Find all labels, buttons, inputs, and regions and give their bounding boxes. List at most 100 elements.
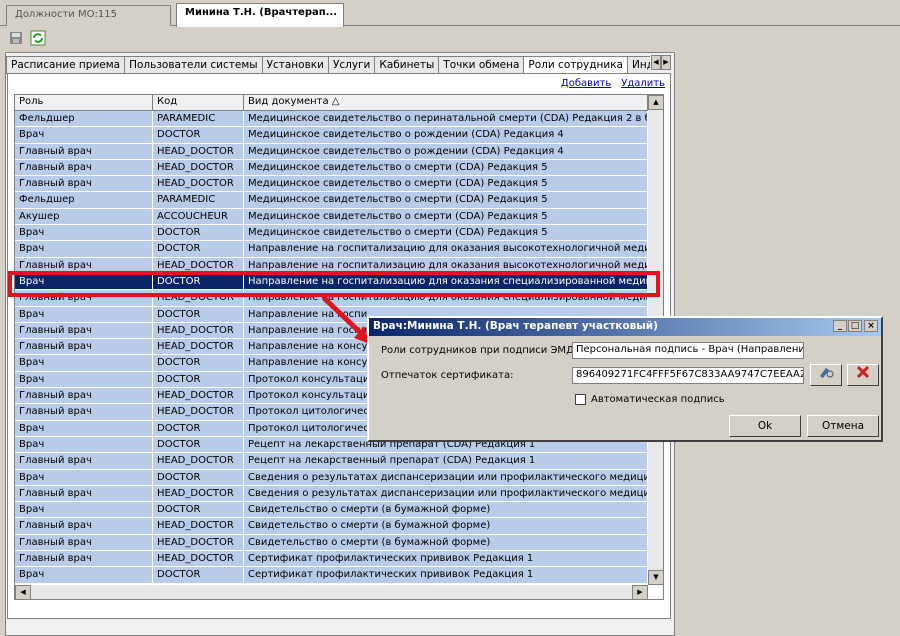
cell-code: PARAMEDIC bbox=[153, 192, 244, 208]
cell-code: DOCTOR bbox=[153, 306, 244, 322]
tab-settings[interactable]: Установки bbox=[261, 56, 329, 74]
table-row[interactable]: Врач DOCTOR Направление на госпитализацию … bbox=[15, 241, 648, 258]
delete-icon bbox=[856, 365, 870, 379]
auto-sign-checkbox[interactable] bbox=[575, 394, 586, 405]
cell-doc-type: Медицинское свидетельство о рождении (CD… bbox=[244, 143, 648, 159]
cell-code: HEAD_DOCTOR bbox=[153, 322, 244, 339]
cell-doc-type: Медицинское свидетельство о перинатально… bbox=[244, 111, 648, 127]
close-icon[interactable]: × bbox=[864, 320, 878, 332]
cell-doc-type: Сведения о результатах диспансеризации и… bbox=[244, 485, 648, 502]
column-header-role[interactable]: Роль bbox=[15, 95, 153, 110]
cell-code: DOCTOR bbox=[153, 225, 244, 241]
table-row[interactable]: Главный врач HEAD_DOCTOR Медицинское свиде… bbox=[15, 176, 648, 193]
cell-role: Врач bbox=[15, 502, 153, 518]
cell-doc-type: Свидетельство о смерти (в бумажной форме… bbox=[244, 518, 648, 534]
scroll-right-icon[interactable]: ▶ bbox=[632, 585, 648, 599]
table-row[interactable]: Врач DOCTOR Свидетельство о смерти (в бума… bbox=[15, 502, 648, 519]
delete-link[interactable]: Удалить bbox=[621, 78, 665, 89]
table-row[interactable]: Главный врач HEAD_DOCTOR Сведения о резуль… bbox=[15, 485, 648, 503]
dialog-title-bar: Врач:Минина Т.Н. (Врач терапевт участков… bbox=[369, 318, 881, 336]
cell-code: HEAD_DOCTOR bbox=[153, 388, 244, 404]
cell-doc-type: Медицинское свидетельство о смерти (CDA)… bbox=[244, 225, 648, 241]
cell-code: DOCTOR bbox=[153, 420, 244, 436]
table-row[interactable]: Фельдшер PARAMEDIC Медицинское свидетельст… bbox=[15, 111, 648, 128]
cell-role: Врач bbox=[15, 420, 153, 436]
scroll-up-icon[interactable]: ▲ bbox=[648, 95, 663, 110]
minimize-icon[interactable]: _ bbox=[833, 320, 847, 332]
certificate-icon bbox=[820, 368, 834, 378]
tab-employee-roles[interactable]: Роли сотрудника bbox=[523, 56, 628, 74]
cell-doc-type: Медицинское свидетельство о смерти (CDA)… bbox=[244, 208, 648, 225]
tab-schedule[interactable]: Расписание приема bbox=[6, 56, 126, 74]
cell-doc-type: Сведения о результатах диспансеризации и… bbox=[244, 469, 648, 485]
table-row[interactable]: Врач DOCTOR Сертификат профилактических пр… bbox=[15, 567, 648, 584]
cancel-button[interactable]: Отмена bbox=[807, 415, 879, 437]
cell-role: Главный врач bbox=[15, 453, 153, 469]
cert-field[interactable]: 896409271FC4FFF5F67C833AA9747C7EEAA27 bbox=[572, 367, 804, 384]
tab-positions[interactable]: Должности МО:115 bbox=[6, 5, 171, 26]
cell-role: Главный врач bbox=[15, 176, 153, 192]
table-row[interactable]: Главный врач HEAD_DOCTOR Свидетельство о с… bbox=[15, 534, 648, 552]
cell-role: Врач bbox=[15, 371, 153, 388]
close-icon[interactable]: × bbox=[343, 7, 344, 18]
tab-exchange-points[interactable]: Точки обмена bbox=[438, 56, 525, 74]
signature-dialog: Врач:Минина Т.Н. (Врач терапевт участков… bbox=[367, 316, 883, 442]
cell-code: HEAD_DOCTOR bbox=[153, 176, 244, 192]
tab-services[interactable]: Услуги bbox=[327, 56, 376, 74]
tab-employee[interactable]: Минина Т.Н. (Врачтерап... × bbox=[176, 3, 344, 27]
cell-role: Фельдшер bbox=[15, 192, 153, 208]
table-row[interactable]: Главный врач HEAD_DOCTOR Медицинское свиде… bbox=[15, 159, 648, 177]
cell-doc-type: Медицинское свидетельство о смерти (CDA)… bbox=[244, 176, 648, 192]
tab-scroll-left-icon[interactable]: ◀ bbox=[651, 55, 661, 70]
table-row[interactable]: Главный врач HEAD_DOCTOR Медицинское свиде… bbox=[15, 143, 648, 160]
tab-rooms[interactable]: Кабинеты bbox=[374, 56, 440, 74]
scroll-down-icon[interactable]: ▼ bbox=[648, 570, 663, 585]
table-row[interactable]: Врач DOCTOR Сведения о результатах диспанс… bbox=[15, 469, 648, 486]
cell-code: HEAD_DOCTOR bbox=[153, 485, 244, 502]
tab-scroll-right-icon[interactable]: ▶ bbox=[661, 55, 671, 70]
table-row[interactable]: Главный врач HEAD_DOCTOR Свидетельство о с… bbox=[15, 518, 648, 535]
column-header-doc-type[interactable]: Вид документа △ bbox=[244, 95, 648, 110]
cell-role: Главный врач bbox=[15, 322, 153, 339]
cell-code: HEAD_DOCTOR bbox=[153, 143, 244, 159]
table-row[interactable]: Врач DOCTOR Медицинское свидетельство о см… bbox=[15, 225, 648, 242]
horizontal-scrollbar[interactable]: ◀ ▶ bbox=[15, 585, 648, 599]
add-link[interactable]: Добавить bbox=[561, 78, 611, 89]
highlight-box bbox=[8, 271, 660, 297]
cell-code: DOCTOR bbox=[153, 371, 244, 388]
table-row[interactable]: Акушер ACCOUCHEUR Медицинское свидетельств… bbox=[15, 208, 648, 226]
cell-doc-type: Направление на госпитализацию для оказан… bbox=[244, 241, 648, 257]
cert-label: Отпечаток сертификата: bbox=[381, 370, 514, 381]
maximize-icon[interactable]: □ bbox=[848, 320, 862, 332]
dialog-title: Врач:Минина Т.Н. (Врач терапевт участков… bbox=[373, 320, 658, 332]
table-row[interactable]: Фельдшер PARAMEDIC Медицинское свидетельст… bbox=[15, 192, 648, 209]
tab-individual[interactable]: Индивид bbox=[626, 56, 650, 74]
cell-doc-type: Свидетельство о смерти (в бумажной форме… bbox=[244, 534, 648, 551]
table-row[interactable]: Главный врач HEAD_DOCTOR Сертификат профил… bbox=[15, 551, 648, 568]
cell-code: HEAD_DOCTOR bbox=[153, 339, 244, 355]
cell-code: HEAD_DOCTOR bbox=[153, 534, 244, 551]
table-row[interactable]: Врач DOCTOR Медицинское свидетельство о ро… bbox=[15, 127, 648, 144]
role-label: Роли сотрудников при подписи ЭМД: bbox=[381, 345, 578, 356]
table-row[interactable]: Главный врач HEAD_DOCTOR Рецепт на лекарст… bbox=[15, 453, 648, 470]
cell-code: DOCTOR bbox=[153, 502, 244, 518]
role-field[interactable]: Персональная подпись - Врач (Направление… bbox=[572, 342, 804, 359]
cell-role: Фельдшер bbox=[15, 111, 153, 127]
column-header-code[interactable]: Код bbox=[153, 95, 244, 110]
tab-positions-label: Должности МО:115 bbox=[15, 9, 117, 20]
scroll-left-icon[interactable]: ◀ bbox=[15, 585, 31, 599]
refresh-icon[interactable] bbox=[30, 30, 46, 46]
cell-code: DOCTOR bbox=[153, 355, 244, 371]
clear-cert-button[interactable] bbox=[847, 364, 879, 386]
cell-code: ACCOUCHEUR bbox=[153, 208, 244, 225]
tab-scroll: ◀ ▶ bbox=[651, 55, 671, 70]
cell-doc-type: Рецепт на лекарственный препарат (CDA) Р… bbox=[244, 453, 648, 469]
ok-button[interactable]: Ok bbox=[729, 415, 801, 437]
cell-role: Врач bbox=[15, 567, 153, 583]
cell-role: Врач bbox=[15, 241, 153, 257]
save-icon[interactable] bbox=[8, 30, 24, 46]
cell-code: DOCTOR bbox=[153, 241, 244, 257]
select-cert-button[interactable] bbox=[810, 364, 842, 386]
tab-users[interactable]: Пользователи системы bbox=[124, 56, 263, 74]
cell-role: Врач bbox=[15, 436, 153, 453]
